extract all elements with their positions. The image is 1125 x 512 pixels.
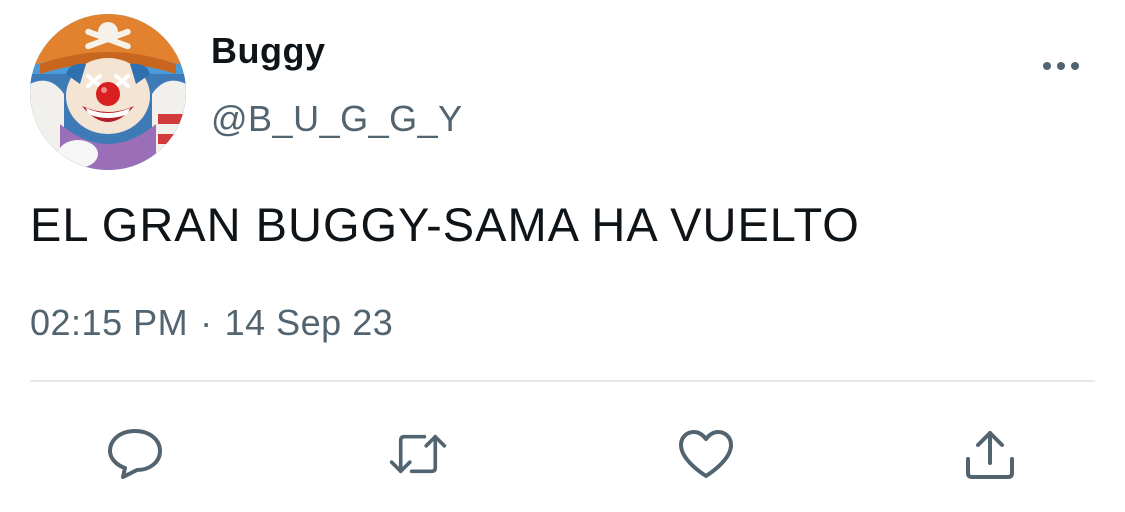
share-icon [966,431,1014,479]
retweet-button[interactable] [388,424,448,484]
user-handle[interactable]: @B_U_G_G_Y [211,98,463,140]
reply-button[interactable] [105,424,165,484]
share-button[interactable] [960,424,1020,484]
tweet-card: Buggy @B_U_G_G_Y EL GRAN BUGGY-SAMA HA V… [0,0,1125,512]
more-options-button[interactable] [1038,52,1084,80]
avatar[interactable] [30,14,186,170]
more-options-icon [1043,62,1079,70]
tweet-timestamp[interactable]: 02:15 PM · 14 Sep 23 [30,302,393,344]
divider [30,380,1095,382]
like-icon [679,430,733,478]
meta-separator: · [200,302,213,343]
retweet-icon [389,434,447,474]
tweet-date: 14 Sep 23 [224,302,394,343]
like-button[interactable] [676,424,736,484]
display-name[interactable]: Buggy [211,30,326,72]
tweet-time: 02:15 PM [30,302,189,343]
buggy-clown-avatar-icon [30,14,186,170]
tweet-text: EL GRAN BUGGY-SAMA HA VUELTO [30,198,860,251]
reply-icon [108,429,162,479]
